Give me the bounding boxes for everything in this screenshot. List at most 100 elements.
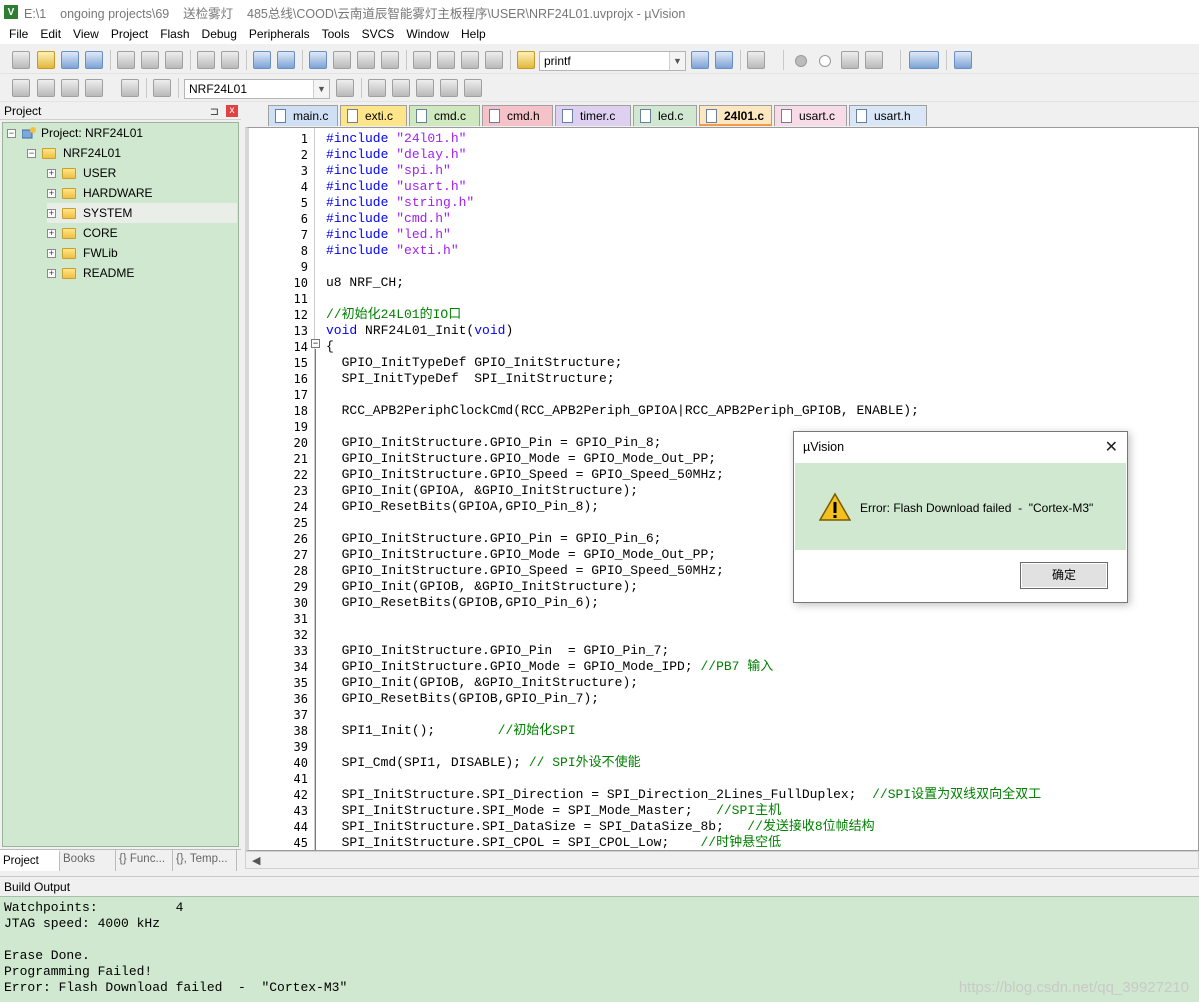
new-file-icon[interactable] bbox=[12, 51, 30, 69]
tree-root[interactable]: − Project: NRF24L01 bbox=[7, 123, 143, 143]
menu-flash[interactable]: Flash bbox=[154, 24, 195, 44]
panel-tab-3[interactable]: {}, Temp... bbox=[173, 850, 237, 871]
debug-zoom-icon[interactable] bbox=[747, 51, 765, 69]
unindent-icon[interactable] bbox=[437, 51, 455, 69]
disable-breakpoint-icon[interactable] bbox=[819, 55, 831, 67]
file-tab-cmd-c[interactable]: cmd.c bbox=[409, 105, 480, 126]
stop-build-icon[interactable] bbox=[121, 79, 139, 97]
select-packs-icon[interactable] bbox=[416, 79, 434, 97]
undo-icon[interactable] bbox=[197, 51, 215, 69]
pin-icon[interactable]: ⊐ bbox=[210, 104, 219, 121]
menu-view[interactable]: View bbox=[67, 24, 105, 44]
breakpoint-icon[interactable] bbox=[795, 55, 807, 67]
paste-icon[interactable] bbox=[165, 51, 183, 69]
clear-bookmarks-icon[interactable] bbox=[381, 51, 399, 69]
menu-debug[interactable]: Debug bbox=[196, 24, 243, 44]
expand-icon[interactable]: + bbox=[47, 188, 56, 198]
download-icon[interactable] bbox=[153, 79, 171, 97]
close-icon[interactable]: x bbox=[226, 105, 238, 117]
menu-edit[interactable]: Edit bbox=[34, 24, 67, 44]
collapse-icon[interactable]: − bbox=[7, 128, 16, 138]
tree-group-readme[interactable]: + README bbox=[47, 263, 237, 283]
uncomment-icon[interactable] bbox=[485, 51, 503, 69]
navigate-forward-icon[interactable] bbox=[277, 51, 295, 69]
file-tab-main-c[interactable]: main.c bbox=[268, 105, 338, 126]
window-layout-icon[interactable] bbox=[909, 51, 939, 69]
menu-svcs[interactable]: SVCS bbox=[356, 24, 401, 44]
file-tab-usart-h[interactable]: usart.h bbox=[849, 105, 927, 126]
find-replace-icon[interactable] bbox=[715, 51, 733, 69]
file-tab-cmd-h[interactable]: cmd.h bbox=[482, 105, 553, 126]
expand-icon[interactable]: + bbox=[47, 208, 56, 218]
kill-all-breakpoints-icon[interactable] bbox=[865, 51, 883, 69]
pack-installer-icon[interactable] bbox=[440, 79, 458, 97]
tree-group-system[interactable]: + SYSTEM bbox=[47, 203, 237, 223]
toolbar-main: printf ▼ bbox=[0, 46, 1199, 74]
batch-build-icon[interactable] bbox=[85, 79, 103, 97]
translate-icon[interactable] bbox=[12, 79, 30, 97]
panel-tab-0[interactable]: Project bbox=[0, 850, 60, 871]
menu-window[interactable]: Window bbox=[400, 24, 455, 44]
redo-icon[interactable] bbox=[221, 51, 239, 69]
tree-group-user[interactable]: + USER bbox=[47, 163, 237, 183]
tree-group-core[interactable]: + CORE bbox=[47, 223, 237, 243]
find-combo[interactable]: printf ▼ bbox=[539, 51, 686, 71]
code-line: u8 NRF_CH; bbox=[326, 275, 404, 291]
line-number: 3 bbox=[300, 164, 308, 178]
file-icon bbox=[781, 109, 792, 123]
chevron-down-icon[interactable]: ▼ bbox=[669, 52, 685, 70]
menu-project[interactable]: Project bbox=[105, 24, 154, 44]
file-extensions-icon[interactable] bbox=[368, 79, 386, 97]
save-icon[interactable] bbox=[61, 51, 79, 69]
find-in-files-icon[interactable] bbox=[517, 51, 535, 69]
navigate-back-icon[interactable] bbox=[253, 51, 271, 69]
expand-icon[interactable]: + bbox=[47, 248, 56, 258]
configure-icon[interactable] bbox=[954, 51, 972, 69]
target-select[interactable]: NRF24L01 ▼ bbox=[184, 79, 330, 99]
target-options-icon[interactable] bbox=[336, 79, 354, 97]
runtime-environment-icon[interactable] bbox=[464, 79, 482, 97]
open-file-icon[interactable] bbox=[37, 51, 55, 69]
comment-icon[interactable] bbox=[461, 51, 479, 69]
line-number: 1 bbox=[300, 132, 308, 146]
tree-group-fwlib[interactable]: + FWLib bbox=[47, 243, 237, 263]
collapse-icon[interactable]: − bbox=[27, 148, 36, 158]
prev-bookmark-icon[interactable] bbox=[333, 51, 351, 69]
indent-icon[interactable] bbox=[413, 51, 431, 69]
file-tab-timer-c[interactable]: timer.c bbox=[555, 105, 631, 126]
manage-components-icon[interactable] bbox=[392, 79, 410, 97]
file-tab-led-c[interactable]: led.c bbox=[633, 105, 697, 126]
save-all-icon[interactable] bbox=[85, 51, 103, 69]
menu-help[interactable]: Help bbox=[455, 24, 492, 44]
cut-icon[interactable] bbox=[117, 51, 135, 69]
menu-file[interactable]: File bbox=[3, 24, 34, 44]
menu-tools[interactable]: Tools bbox=[316, 24, 356, 44]
panel-tab-2[interactable]: {} Func... bbox=[116, 850, 173, 871]
bookmark-icon[interactable] bbox=[309, 51, 327, 69]
build-icon[interactable] bbox=[37, 79, 55, 97]
copy-icon[interactable] bbox=[141, 51, 159, 69]
menu-peripherals[interactable]: Peripherals bbox=[243, 24, 316, 44]
incremental-find-icon[interactable] bbox=[691, 51, 709, 69]
tree-group-hardware[interactable]: + HARDWARE bbox=[47, 183, 237, 203]
code-token: "usart.h" bbox=[396, 179, 467, 194]
expand-icon[interactable]: + bbox=[47, 268, 56, 278]
horizontal-scrollbar[interactable]: ◀ bbox=[245, 851, 1199, 869]
next-bookmark-icon[interactable] bbox=[357, 51, 375, 69]
rebuild-icon[interactable] bbox=[61, 79, 79, 97]
close-icon[interactable]: ✕ bbox=[1105, 437, 1118, 457]
disable-all-breakpoints-icon[interactable] bbox=[841, 51, 859, 69]
expand-icon[interactable]: + bbox=[47, 168, 56, 178]
scroll-left-icon[interactable]: ◀ bbox=[252, 854, 260, 867]
code-token: GPIO_Init(GPIOB, &GPIO_InitStructure); bbox=[326, 579, 639, 594]
fold-collapse-icon[interactable]: − bbox=[311, 339, 320, 348]
ok-button[interactable]: 确定 bbox=[1020, 562, 1108, 589]
panel-tab-1[interactable]: Books bbox=[60, 850, 116, 871]
expand-icon[interactable]: + bbox=[47, 228, 56, 238]
code-token: "exti.h" bbox=[396, 243, 459, 258]
file-tab-usart-c[interactable]: usart.c bbox=[774, 105, 847, 126]
file-tab-exti-c[interactable]: exti.c bbox=[340, 105, 407, 126]
chevron-down-icon[interactable]: ▼ bbox=[313, 80, 329, 98]
tree-target[interactable]: − NRF24L01 bbox=[27, 143, 121, 163]
file-tab-24l01-c[interactable]: 24l01.c bbox=[699, 105, 772, 126]
